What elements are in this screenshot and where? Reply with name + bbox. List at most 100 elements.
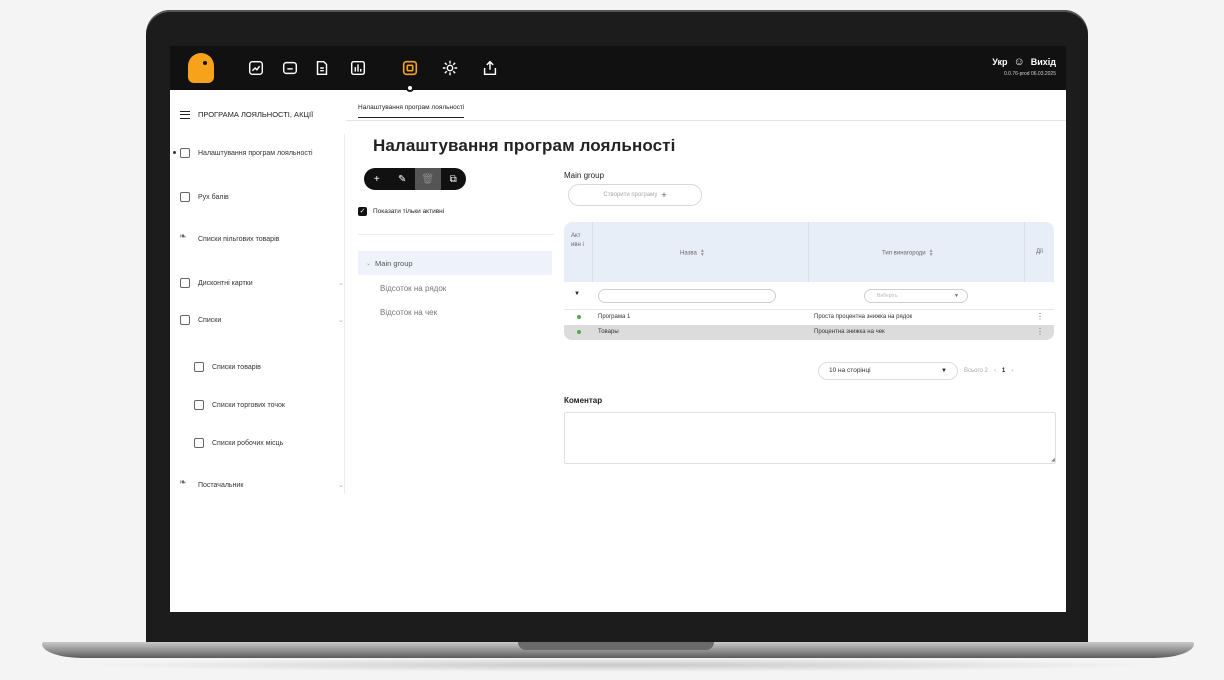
list-icon — [180, 192, 190, 202]
sidebar-item-label: Постачальник — [198, 481, 244, 489]
laptop-frame: Укр ☺ Вихід 0.0.76-prod 06.03.2025 ПРОГР… — [0, 0, 1224, 680]
logout-link[interactable]: Вихід — [1031, 57, 1056, 67]
edit-button[interactable]: ✎ — [390, 168, 416, 190]
card-icon — [180, 278, 190, 288]
sidebar-item-goods-lists[interactable]: Списки товарів — [194, 362, 261, 372]
sidebar-item-supplier[interactable]: Постачальник ⌄ — [179, 477, 344, 490]
leaf-icon — [179, 231, 190, 244]
chevron-down-icon: ▼ — [954, 293, 959, 299]
chevron-down-icon[interactable]: ⌄ — [338, 279, 344, 287]
clipboard-icon — [194, 362, 204, 372]
row-menu-icon[interactable]: ⋮ — [1036, 312, 1044, 321]
delete-button[interactable]: 🗑 — [415, 168, 441, 190]
name-filter-input[interactable] — [598, 289, 776, 303]
sidebar-item-lists[interactable]: Списки ⌄ — [180, 315, 344, 325]
tree-node-line-percent[interactable]: Відсоток на рядок — [380, 284, 446, 293]
top-bar: Укр ☺ Вихід 0.0.76-prod 06.03.2025 — [170, 46, 1066, 92]
show-active-filter[interactable]: ✓ Показати тільки активні — [358, 207, 444, 216]
tab-loyalty-settings[interactable]: Налаштування програм лояльності — [358, 104, 465, 118]
sidebar-item-label: Списки товарів — [212, 363, 261, 371]
sidebar-item-loyalty-settings[interactable]: Налаштування програм лояльності — [180, 148, 313, 158]
column-name-label: Назва — [680, 250, 697, 257]
page-size-select[interactable]: 10 на сторінці ▼ — [818, 362, 958, 380]
sort-icon[interactable]: ▲ ▼ — [700, 249, 705, 258]
copy-button[interactable]: ⧉ — [441, 168, 467, 190]
next-page-icon[interactable]: › — [1011, 368, 1013, 374]
page-size-value: 10 на сторінці — [829, 367, 871, 374]
tree-collapse-icon[interactable]: ⌄ — [366, 260, 371, 267]
sidebar-item-points-movement[interactable]: Рух балів — [180, 192, 229, 202]
active-filter-dropdown[interactable]: ▼ — [574, 291, 580, 297]
chevron-down-icon: ▼ — [941, 368, 947, 374]
laptop-notch — [518, 642, 714, 650]
chart-line-icon[interactable] — [246, 58, 266, 78]
sidebar-item-workplaces-lists[interactable]: Списки робочих місць — [194, 438, 283, 448]
clipboard-icon — [194, 438, 204, 448]
reward-type-filter-placeholder: Виберіть — [877, 293, 898, 299]
sidebar-item-stores-lists[interactable]: Списки торгових точок — [194, 400, 285, 410]
create-program-label: Створити програму — [603, 192, 658, 198]
user-area: Укр ☺ Вихід 0.0.76-prod 06.03.2025 — [992, 56, 1056, 77]
leaf-icon — [179, 477, 190, 490]
resize-handle-icon[interactable]: ◢ — [1051, 457, 1055, 463]
column-reward-type[interactable]: Тип винагороди ▲ ▼ — [882, 249, 934, 258]
page-title: Налаштування програм лояльності — [373, 136, 676, 155]
sidebar-item-label: Списки торгових точок — [212, 401, 285, 409]
program-name: Програма 1 — [598, 314, 631, 320]
column-name[interactable]: Назва ▲ ▼ — [680, 249, 705, 258]
active-nav-indicator — [406, 84, 414, 92]
version-label: 0.0.76-prod 06.03.2025 — [1004, 71, 1056, 77]
tree-node-label: Main group — [375, 258, 413, 268]
settings-icon[interactable] — [440, 58, 460, 78]
menu-icon[interactable] — [180, 110, 190, 119]
sidebar-title: ПРОГРАМА ЛОЯЛЬНОСТІ, АКЦІЇ — [198, 110, 314, 119]
sidebar-item-label: Списки пільгових товарів — [198, 235, 280, 243]
total-count: Всього 2 — [964, 368, 988, 374]
loyalty-icon[interactable] — [400, 58, 420, 78]
plus-icon: + — [661, 190, 667, 200]
laptop-shadow — [80, 658, 1156, 672]
active-item-dot — [173, 151, 176, 154]
column-actions: Дії — [1036, 249, 1044, 255]
clipboard-icon — [194, 400, 204, 410]
sidebar-item-label: Списки робочих місць — [212, 439, 284, 447]
sidebar: ПРОГРАМА ЛОЯЛЬНОСТІ, АКЦІЇ Налаштування … — [170, 90, 346, 612]
comment-textarea[interactable] — [564, 412, 1056, 464]
current-page[interactable]: 1 — [1002, 368, 1005, 374]
app-screen: Укр ☺ Вихід 0.0.76-prod 06.03.2025 ПРОГР… — [170, 46, 1066, 612]
chevron-down-icon[interactable]: ⌄ — [338, 316, 344, 324]
logo[interactable] — [188, 53, 214, 83]
chevron-down-icon[interactable]: ⌄ — [338, 481, 344, 489]
language-switch[interactable]: Укр — [992, 57, 1007, 67]
programs-table: Акт ивн і Назва ▲ ▼ Тип винагороди ▲ ▼ Дії ▼… — [564, 222, 1054, 340]
table-row[interactable]: Програма 1 Проста процентна знижка на ря… — [564, 310, 1054, 325]
clipboard-icon — [180, 315, 190, 325]
program-name: Товары — [598, 329, 619, 335]
reward-type-filter-select[interactable]: Виберіть ▼ — [864, 289, 968, 303]
add-button[interactable]: + — [364, 168, 390, 190]
active-status-dot — [577, 315, 581, 319]
sidebar-item-preferential-goods[interactable]: Списки пільгових товарів — [179, 231, 280, 244]
sidebar-header: ПРОГРАМА ЛОЯЛЬНОСТІ, АКЦІЇ — [180, 110, 313, 119]
sidebar-item-label: Списки — [198, 316, 222, 324]
column-active[interactable]: Акт ивн і — [571, 232, 591, 250]
sidebar-item-label: Рух балів — [198, 193, 229, 201]
bar-chart-icon[interactable] — [348, 58, 368, 78]
user-icon[interactable]: ☺ — [1014, 56, 1025, 68]
prev-page-icon[interactable]: ‹ — [994, 368, 996, 374]
tree-toolbar: + ✎ 🗑 ⧉ — [364, 168, 466, 190]
row-menu-icon[interactable]: ⋮ — [1036, 327, 1044, 336]
tree-divider — [358, 234, 554, 235]
comment-label: Коментар — [564, 396, 603, 405]
tree-node-main-group[interactable]: ⌄ Main group — [358, 251, 552, 275]
table-row[interactable]: Товары Процентна знижка на чек ⋮ — [564, 325, 1054, 340]
sort-icon[interactable]: ▲ ▼ — [929, 249, 934, 258]
tree-node-check-percent[interactable]: Відсоток на чек — [380, 308, 437, 317]
group-label: Main group — [564, 171, 605, 180]
create-program-button[interactable]: Створити програму + — [568, 184, 702, 206]
folder-icon[interactable] — [280, 58, 300, 78]
sidebar-item-discount-cards[interactable]: Дисконтні картки ⌄ — [180, 278, 344, 288]
export-icon[interactable] — [480, 58, 500, 78]
checkbox-checked-icon[interactable]: ✓ — [358, 207, 367, 216]
document-icon[interactable] — [312, 58, 332, 78]
